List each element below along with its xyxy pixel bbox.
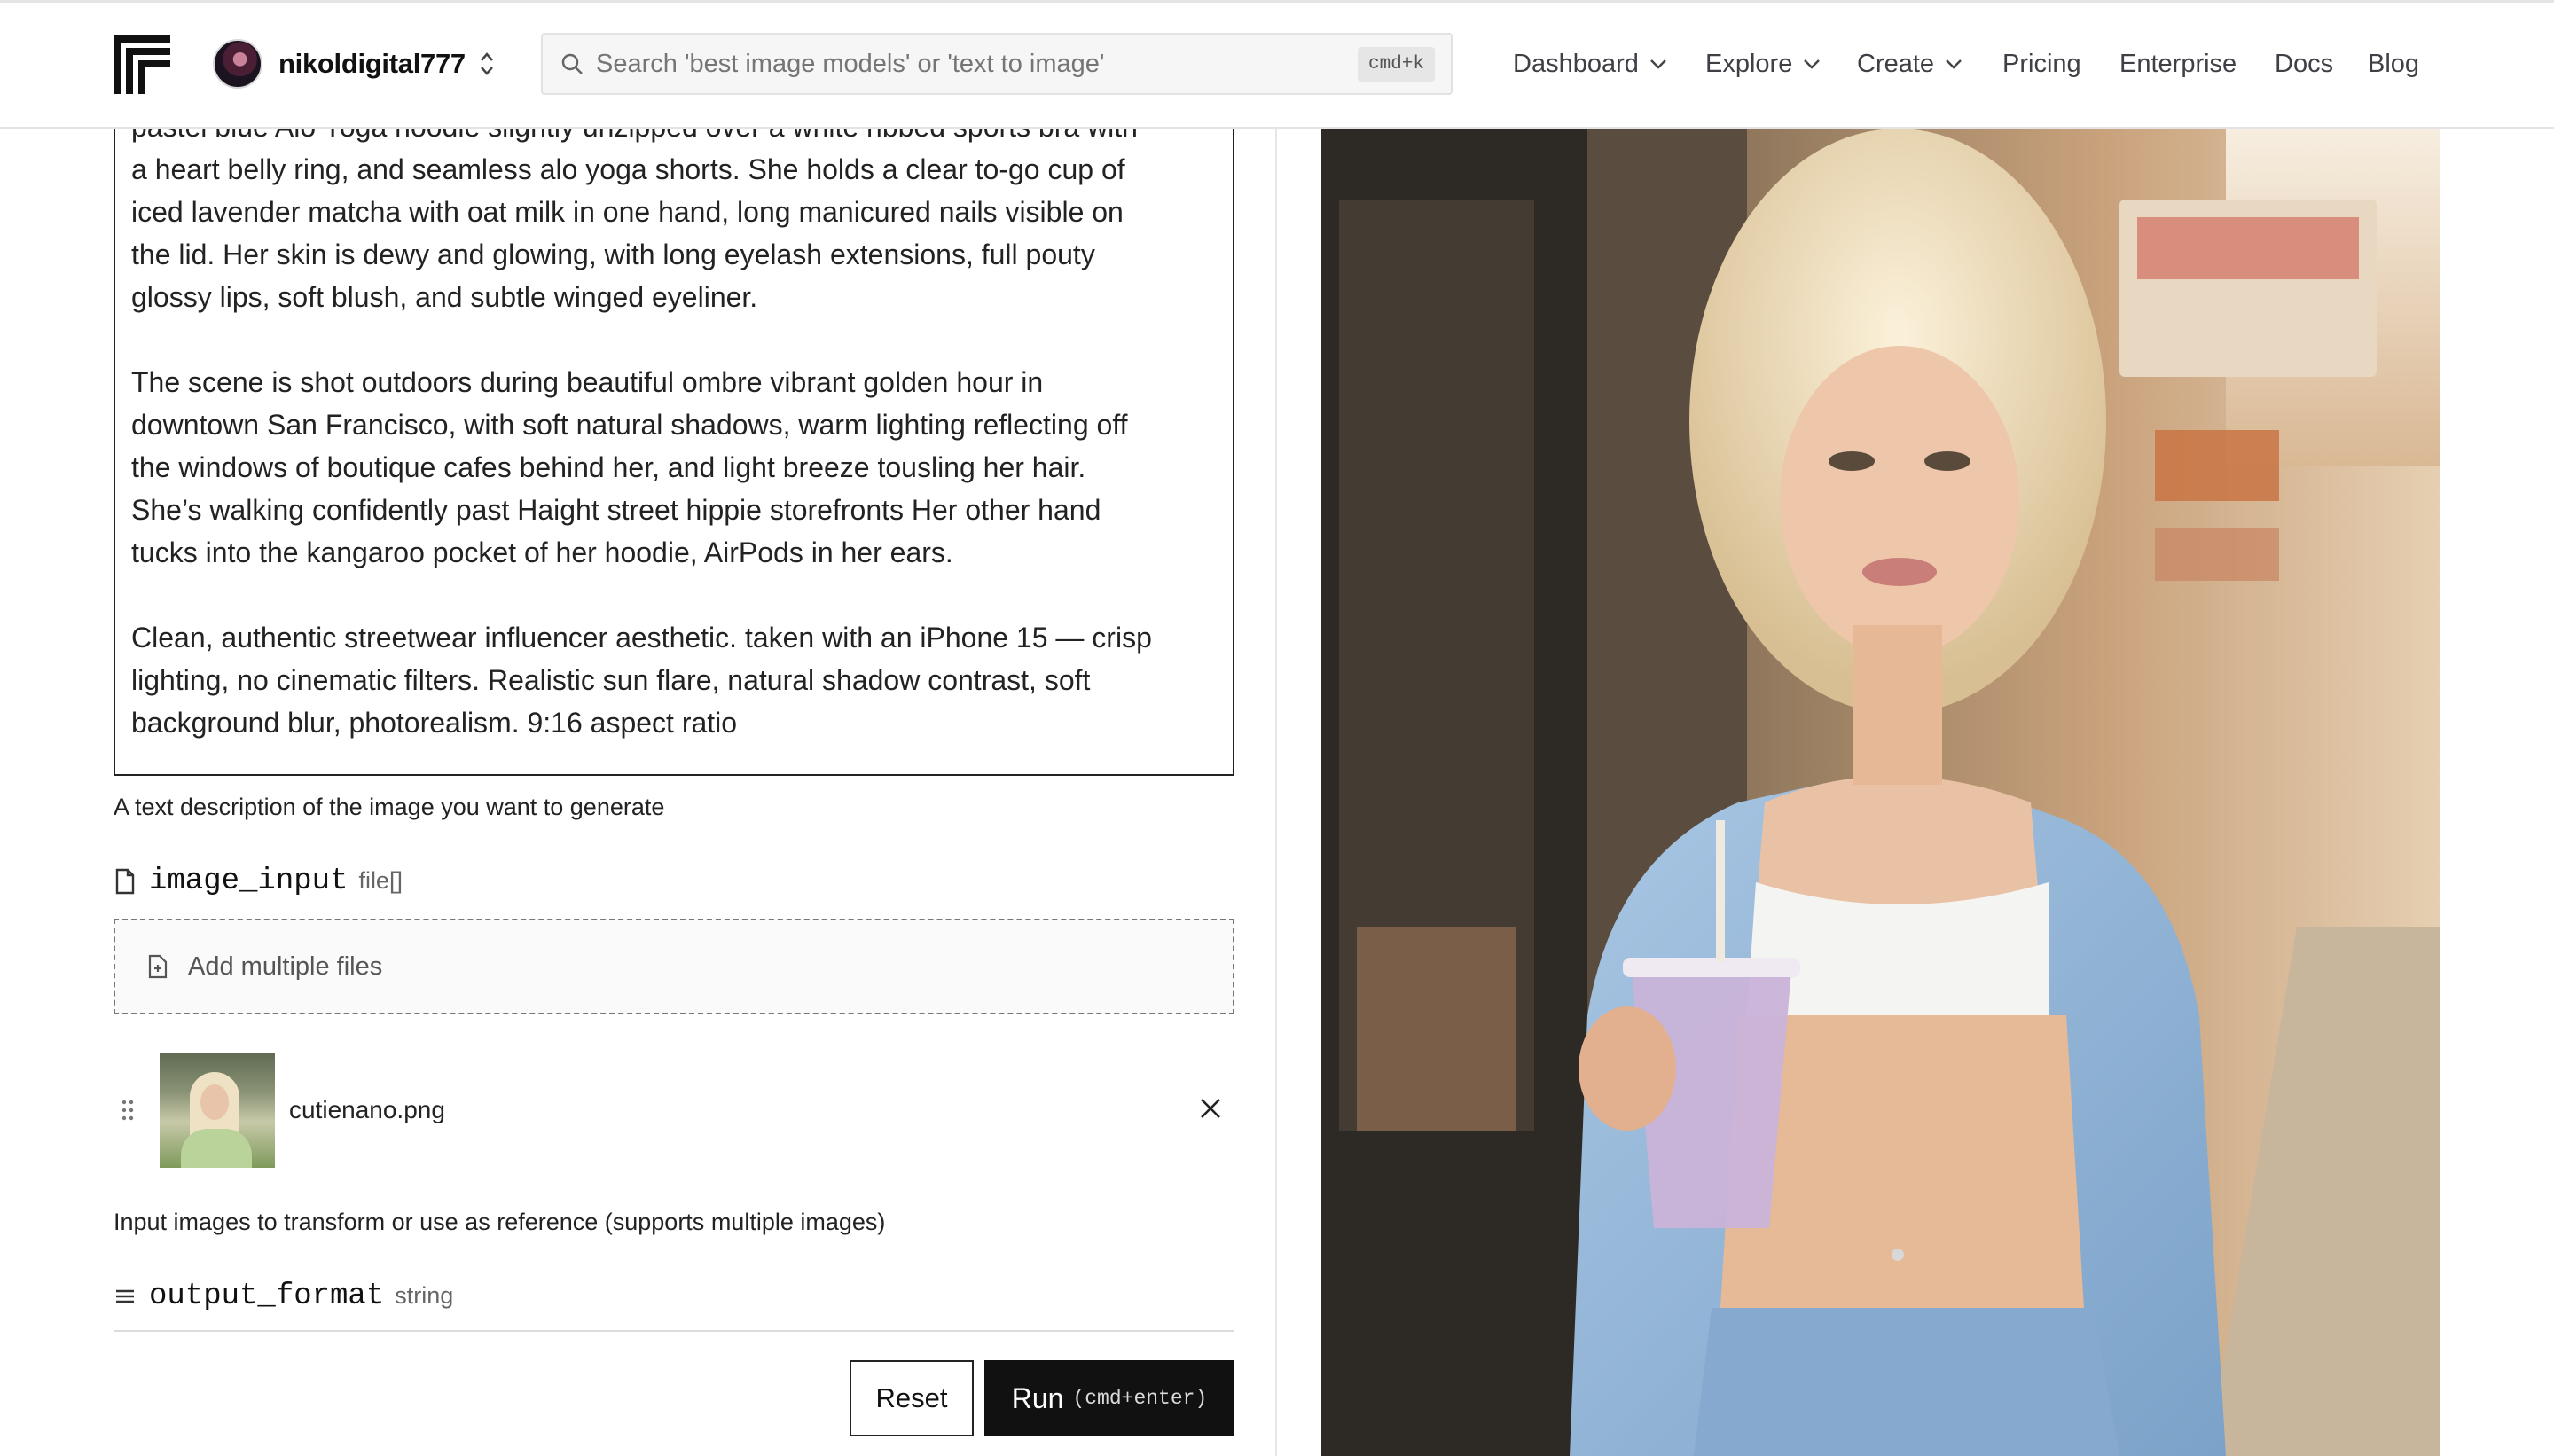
file-name: cutienano.png: [289, 1096, 445, 1123]
output-format-label: output_format string: [114, 1280, 453, 1313]
chevron-down-icon: [1650, 59, 1666, 69]
column-divider: [1275, 129, 1277, 1456]
nav-explore-label: Explore: [1705, 49, 1793, 78]
nav-docs-label: Docs: [2275, 49, 2334, 78]
drag-handle-icon[interactable]: [121, 1099, 135, 1122]
nav-blog-label: Blog: [2368, 49, 2420, 78]
nav-explore[interactable]: Explore: [1705, 39, 1821, 89]
run-button-label: Run: [1011, 1382, 1064, 1414]
nav-docs[interactable]: Docs: [2275, 39, 2333, 89]
account-switcher[interactable]: nikoldigital777: [213, 39, 496, 89]
image-input-type: file[]: [358, 867, 403, 894]
chevron-down-icon: [1804, 59, 1821, 69]
output-format-name: output_format: [149, 1280, 385, 1313]
prompt-text[interactable]: pastel blue Alo Yoga hoodie slightly unz…: [131, 129, 1231, 744]
generated-photo: [1321, 129, 2440, 1456]
reset-button[interactable]: Reset: [850, 1360, 974, 1436]
nav-enterprise-label: Enterprise: [2119, 49, 2237, 78]
nav-create-label: Create: [1857, 49, 1935, 78]
run-shortcut: (cmd+enter): [1072, 1387, 1208, 1410]
replicate-logo-icon[interactable]: [114, 35, 170, 94]
nav-blog[interactable]: Blog: [2368, 39, 2419, 89]
output-format-divider: [114, 1330, 1234, 1332]
output-image[interactable]: [1321, 129, 2440, 1456]
search-icon: [561, 53, 583, 74]
search-input[interactable]: [596, 49, 1358, 79]
file-thumbnail: [160, 1053, 275, 1168]
nav-create[interactable]: Create: [1857, 39, 1963, 89]
nav-pricing[interactable]: Pricing: [2002, 39, 2081, 89]
file-icon: [115, 868, 135, 895]
output-format-type: string: [395, 1282, 454, 1309]
file-plus-icon: [148, 954, 168, 979]
chevron-up-down-icon: [480, 52, 493, 75]
search-shortcut: cmd+k: [1357, 46, 1435, 82]
avatar: [213, 39, 262, 89]
run-button[interactable]: Run (cmd+enter): [984, 1360, 1234, 1436]
list-icon: [116, 1289, 134, 1303]
prompt-textarea[interactable]: pastel blue Alo Yoga hoodie slightly unz…: [114, 129, 1234, 776]
nav-enterprise[interactable]: Enterprise: [2119, 39, 2237, 89]
image-input-name: image_input: [149, 865, 349, 898]
image-input-hint: Input images to transform or use as refe…: [114, 1209, 886, 1235]
chevron-down-icon: [1946, 59, 1962, 69]
uploaded-file-item: cutienano.png: [114, 1053, 1234, 1168]
username: nikoldigital777: [278, 48, 466, 79]
top-border: [0, 0, 2554, 3]
dropzone-label: Add multiple files: [188, 951, 383, 981]
close-icon[interactable]: [1197, 1095, 1224, 1122]
nav-dashboard-label: Dashboard: [1513, 49, 1639, 78]
nav-pricing-label: Pricing: [2002, 49, 2081, 78]
search-bar[interactable]: cmd+k: [541, 33, 1453, 95]
top-header: nikoldigital777 cmd+k Dashboard Explore …: [0, 0, 2554, 129]
prompt-hint: A text description of the image you want…: [114, 794, 665, 820]
image-input-label: image_input file[]: [114, 865, 403, 898]
nav-dashboard[interactable]: Dashboard: [1513, 39, 1667, 89]
input-form: pastel blue Alo Yoga hoodie slightly unz…: [0, 129, 1277, 1456]
file-dropzone[interactable]: Add multiple files: [114, 919, 1234, 1014]
